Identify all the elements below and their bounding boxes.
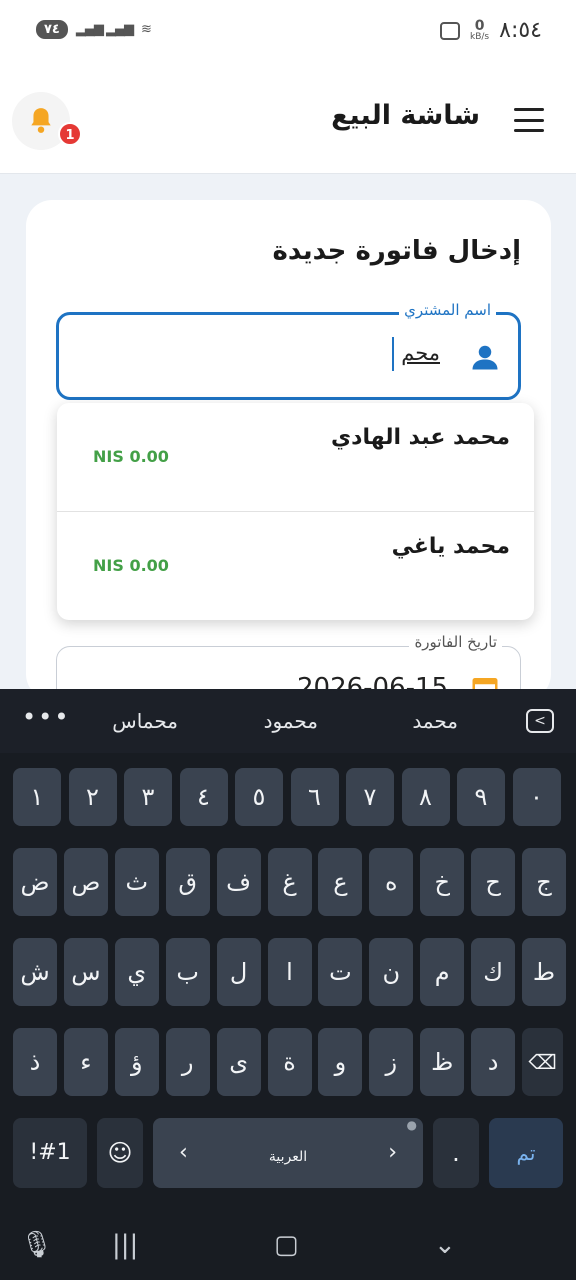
page-title: شاشة البيع <box>331 100 480 131</box>
status-left: ٧٤ ▂▄▆ ▂▄▆ ≋ <box>36 20 152 39</box>
number-key[interactable]: ١ <box>13 768 61 826</box>
emoji-key[interactable]: ☺ <box>97 1118 143 1188</box>
space-key[interactable]: ‹ العربية › ● <box>153 1118 423 1188</box>
letter-key[interactable]: ف <box>216 848 261 916</box>
suggestion-item[interactable]: محمد عبد الهادي NIS 0.00 <box>57 403 534 511</box>
letter-key[interactable]: ي <box>114 938 159 1006</box>
clock: ٨:٥٤ <box>499 18 542 43</box>
on-screen-keyboard: < محمد محمود محماس ••• ١٢٣٤٥٦٧٨٩٠ ضصثقفغع… <box>0 689 576 1210</box>
back-icon[interactable]: ⌄ <box>434 1230 456 1260</box>
notifications-button[interactable]: 1 <box>12 92 82 150</box>
language-label: العربية <box>268 1149 308 1165</box>
letter-key[interactable]: ز <box>369 1028 414 1096</box>
letter-key[interactable]: ق <box>165 848 210 916</box>
letter-key[interactable]: س <box>63 938 108 1006</box>
network-speed: 0 kB/s <box>470 18 490 42</box>
collapse-keyboard-icon[interactable]: < <box>526 709 554 733</box>
letter-key[interactable]: ء <box>63 1028 108 1096</box>
wifi-icon: ≋ <box>141 22 152 37</box>
number-key[interactable]: ٦ <box>290 768 339 826</box>
buyer-name-input[interactable]: محم <box>401 341 440 365</box>
number-key[interactable]: ٠ <box>512 768 561 826</box>
letter-key[interactable]: ذ <box>13 1028 57 1096</box>
card-title: إدخال فاتورة جديدة <box>272 236 521 266</box>
signal-icon: ▂▄▆ ▂▄▆ <box>75 22 134 37</box>
letter-key[interactable]: ج <box>522 848 566 916</box>
letter-key[interactable]: ع <box>318 848 363 916</box>
microphone-icon: ● <box>406 1118 417 1132</box>
suggestion-balance: NIS 0.00 <box>93 447 169 466</box>
letter-key[interactable]: ل <box>216 938 261 1006</box>
number-key[interactable]: ٢ <box>68 768 117 826</box>
letter-key[interactable]: ط <box>522 938 566 1006</box>
status-bar: ٧٤ ▂▄▆ ▂▄▆ ≋ 0 kB/s ٨:٥٤ <box>0 0 576 64</box>
status-right: 0 kB/s ٨:٥٤ <box>440 18 542 43</box>
suggestion-name: محمد عبد الهادي <box>330 425 510 450</box>
letter-key[interactable]: ظ <box>420 1028 465 1096</box>
letter-key[interactable]: ت <box>318 938 363 1006</box>
period-key[interactable]: . <box>433 1118 479 1188</box>
letter-key[interactable]: م <box>420 938 465 1006</box>
letter-key[interactable]: ر <box>165 1028 210 1096</box>
letter-key[interactable]: و <box>318 1028 363 1096</box>
person-icon <box>472 345 498 370</box>
chevron-left-icon: ‹ <box>179 1140 188 1165</box>
letter-key[interactable]: ه <box>369 848 414 916</box>
letter-key[interactable]: ؤ <box>114 1028 159 1096</box>
number-key[interactable]: ٥ <box>235 768 283 826</box>
battery-indicator: ٧٤ <box>36 20 68 39</box>
word-suggestion[interactable]: محماس <box>112 709 178 733</box>
recent-apps-icon[interactable]: ||| <box>112 1230 138 1260</box>
number-key[interactable]: ٨ <box>401 768 450 826</box>
buyer-name-label: اسم المشتري <box>399 301 496 319</box>
letter-key[interactable]: ب <box>165 938 210 1006</box>
letter-key[interactable]: ص <box>63 848 108 916</box>
buyer-name-field[interactable]: اسم المشتري محم <box>56 301 521 400</box>
voice-input-icon[interactable]: 🎙 <box>20 1230 53 1260</box>
buyer-suggestions-dropdown: محمد عبد الهادي NIS 0.00 محمد ياغي NIS 0… <box>57 403 534 620</box>
bell-icon <box>31 108 51 133</box>
suggestion-name: محمد ياغي <box>391 534 510 559</box>
screenshot-icon <box>440 21 461 40</box>
menu-icon[interactable] <box>514 108 544 132</box>
letter-key[interactable]: ض <box>13 848 57 916</box>
letter-key[interactable]: ى <box>216 1028 261 1096</box>
number-key[interactable]: ٩ <box>457 768 505 826</box>
letter-key[interactable]: ة <box>267 1028 312 1096</box>
symbols-key[interactable]: !#1 <box>13 1118 87 1188</box>
letter-key[interactable]: ن <box>369 938 414 1006</box>
number-key[interactable]: ٧ <box>346 768 394 826</box>
system-nav-bar: 🎙 ||| ▢ ⌄ <box>0 1210 576 1280</box>
done-key[interactable]: تم <box>489 1118 563 1188</box>
letter-key[interactable]: خ <box>420 848 465 916</box>
word-suggestion[interactable]: محمود <box>264 709 318 733</box>
letter-key[interactable]: ا <box>267 938 312 1006</box>
letter-key[interactable]: ك <box>471 938 516 1006</box>
suggestion-item[interactable]: محمد ياغي NIS 0.00 <box>57 511 534 619</box>
letter-key[interactable]: غ <box>267 848 312 916</box>
suggestion-balance: NIS 0.00 <box>93 556 169 575</box>
number-key[interactable]: ٤ <box>179 768 228 826</box>
letter-key[interactable]: ح <box>471 848 516 916</box>
app-bar: شاشة البيع 1 <box>0 64 576 174</box>
invoice-date-label: تاريخ الفاتورة <box>409 633 502 651</box>
notification-badge: 1 <box>58 122 82 146</box>
home-icon[interactable]: ▢ <box>274 1230 299 1260</box>
chevron-right-icon: › <box>388 1140 397 1165</box>
number-key[interactable]: ٣ <box>124 768 172 826</box>
backspace-key[interactable]: ⌫ <box>522 1028 563 1096</box>
letter-key[interactable]: ش <box>13 938 57 1006</box>
text-cursor <box>392 337 394 371</box>
letter-key[interactable]: ث <box>114 848 159 916</box>
suggestion-bar: < محمد محمود محماس ••• <box>0 689 576 753</box>
letter-key[interactable]: د <box>471 1028 516 1096</box>
word-suggestion[interactable]: محمد <box>412 709 458 733</box>
more-options-icon[interactable]: ••• <box>22 703 70 731</box>
